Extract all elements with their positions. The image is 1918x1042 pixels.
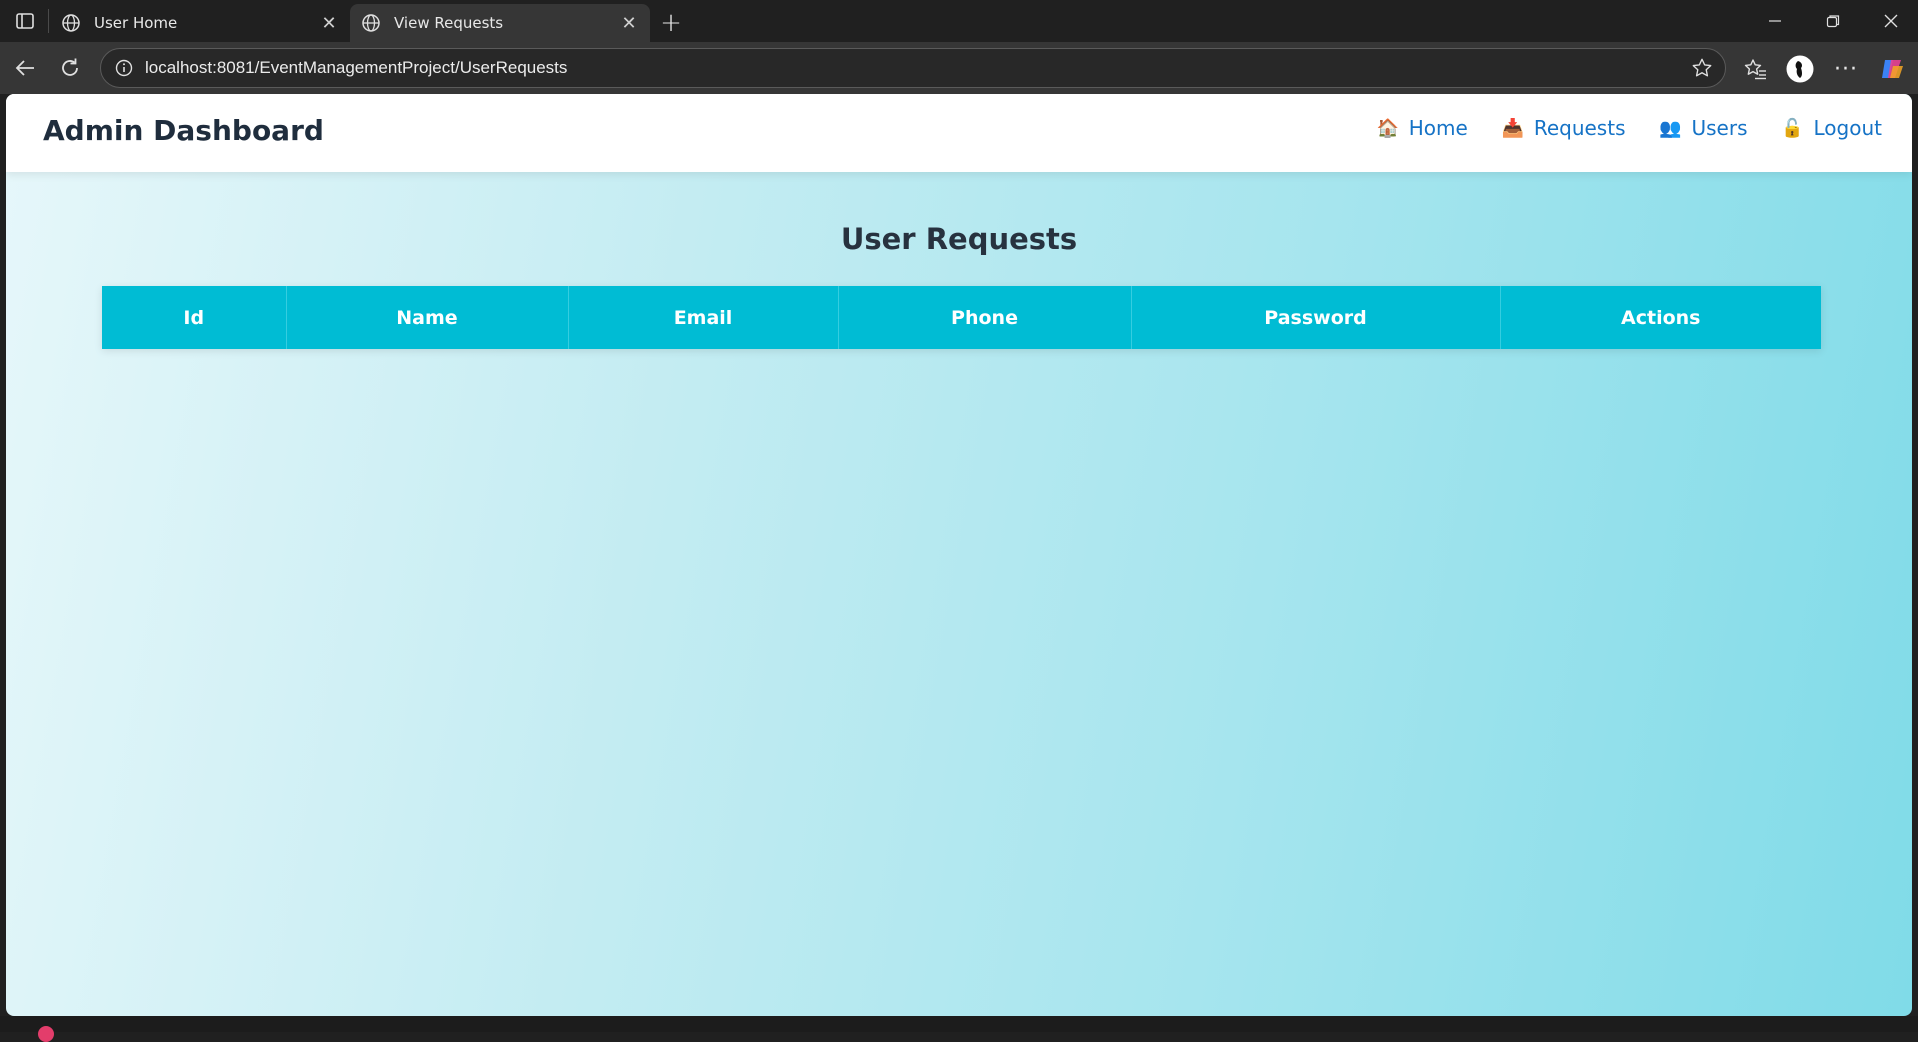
page-title: User Requests xyxy=(840,222,1078,256)
tab-separator xyxy=(48,9,49,33)
nav-link-users[interactable]: 👥 Users xyxy=(1659,116,1748,140)
requests-table-container: Id Name Email Phone Password Actions xyxy=(102,286,1821,349)
more-options-icon[interactable]: ··· xyxy=(1830,53,1862,85)
globe-icon xyxy=(360,12,382,34)
nav-link-label: Requests xyxy=(1533,116,1626,140)
site-info-icon[interactable] xyxy=(113,57,135,79)
new-tab-button[interactable]: + xyxy=(656,8,686,38)
inbox-tray-icon: 📥 xyxy=(1501,117,1525,139)
house-icon: 🏠 xyxy=(1376,117,1399,139)
browser-toolbar: localhost:8081/EventManagementProject/Us… xyxy=(0,42,1918,94)
url-text[interactable]: localhost:8081/EventManagementProject/Us… xyxy=(145,58,1687,78)
globe-icon xyxy=(60,12,82,34)
restore-icon[interactable] xyxy=(1810,6,1856,36)
favorite-star-icon[interactable] xyxy=(1687,53,1717,83)
column-header-password: Password xyxy=(1131,286,1501,349)
close-icon[interactable]: ✕ xyxy=(618,12,640,34)
brand-title: Admin Dashboard xyxy=(43,114,324,147)
back-arrow-icon[interactable] xyxy=(10,53,40,83)
taskbar xyxy=(0,1016,1918,1032)
window-close-icon[interactable] xyxy=(1868,6,1914,36)
copilot-icon[interactable] xyxy=(1876,53,1908,85)
column-header-name: Name xyxy=(286,286,569,349)
reload-icon[interactable] xyxy=(55,53,85,83)
browser-tab-bar: User Home ✕ View Requests ✕ + xyxy=(0,0,1918,42)
nav-link-label: Home xyxy=(1408,116,1468,140)
column-header-phone: Phone xyxy=(838,286,1132,349)
top-navbar: Admin Dashboard 🏠 Home 📥 Requests 👥 User… xyxy=(6,94,1912,172)
requests-table: Id Name Email Phone Password Actions xyxy=(102,286,1821,349)
address-bar[interactable]: localhost:8081/EventManagementProject/Us… xyxy=(100,48,1726,88)
nav-links: 🏠 Home 📥 Requests 👥 Users 🔓 Logout xyxy=(1343,116,1882,140)
table-header-row: Id Name Email Phone Password Actions xyxy=(102,286,1821,349)
unlock-icon: 🔓 xyxy=(1781,117,1804,139)
column-header-email: Email xyxy=(568,286,839,349)
nav-link-label: Logout xyxy=(1813,116,1882,140)
nav-link-home[interactable]: 🏠 Home xyxy=(1377,116,1468,140)
sidebar-toggle-icon[interactable] xyxy=(14,11,36,31)
nav-link-logout[interactable]: 🔓 Logout xyxy=(1781,116,1882,140)
column-header-actions: Actions xyxy=(1500,286,1821,349)
minimize-icon[interactable] xyxy=(1752,6,1798,36)
tab-title: View Requests xyxy=(394,14,504,32)
nav-link-label: Users xyxy=(1691,116,1748,140)
tab-user-home[interactable]: User Home ✕ xyxy=(50,4,350,42)
profile-avatar-icon[interactable] xyxy=(1784,53,1816,85)
tab-title: User Home xyxy=(94,14,178,32)
favorites-icon[interactable] xyxy=(1740,53,1772,85)
tab-view-requests[interactable]: View Requests ✕ xyxy=(350,4,650,42)
close-icon[interactable]: ✕ xyxy=(318,12,340,34)
taskbar-app-icon[interactable] xyxy=(38,1026,54,1042)
page-viewport: Admin Dashboard 🏠 Home 📥 Requests 👥 User… xyxy=(6,94,1912,1016)
users-icon: 👥 xyxy=(1659,117,1682,139)
column-header-id: Id xyxy=(102,286,287,349)
nav-link-requests[interactable]: 📥 Requests xyxy=(1502,116,1626,140)
